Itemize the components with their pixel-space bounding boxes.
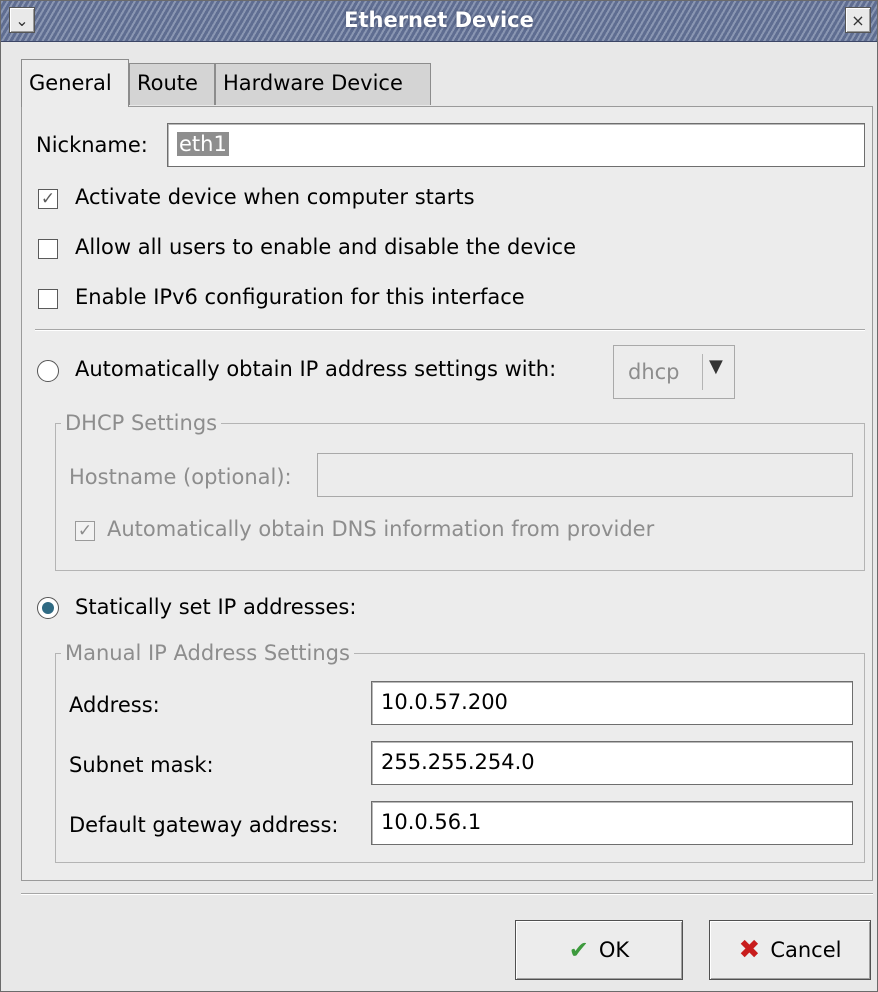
subnet-mask-value: 255.255.254.0 [381,750,535,774]
protocol-value: dhcp [628,360,680,384]
subnet-mask-label: Subnet mask: [69,753,214,777]
enable-ipv6-checkbox[interactable] [38,289,58,309]
gateway-value: 10.0.56.1 [381,810,482,834]
subnet-mask-input[interactable]: 255.255.254.0 [371,741,853,785]
ok-label: OK [598,938,630,962]
address-input[interactable]: 10.0.57.200 [371,681,853,725]
dropdown-arrow-icon: ▼ [709,356,723,377]
radio-selected-dot [42,602,54,614]
tab-hardware-device-label: Hardware Device [223,71,403,95]
enable-ipv6-label: Enable IPv6 configuration for this inter… [75,285,525,309]
nickname-input[interactable]: eth1 [167,123,865,167]
address-value: 10.0.57.200 [381,690,508,714]
gateway-input[interactable]: 10.0.56.1 [371,801,853,845]
cancel-x-icon: ✖ [738,935,761,965]
address-label: Address: [69,693,160,717]
tab-route-label: Route [137,71,198,95]
auto-ip-label: Automatically obtain IP address settings… [75,357,557,381]
tab-hardware-device[interactable]: Hardware Device [215,63,431,105]
tab-general[interactable]: General [21,59,129,107]
close-button[interactable]: × [845,7,871,33]
protocol-dropdown[interactable]: dhcp ▼ [613,345,735,399]
nickname-label: Nickname: [36,133,148,157]
checkmark-icon: ✔ [568,936,589,964]
allow-users-checkbox[interactable] [38,239,58,259]
ok-button[interactable]: ✔ OK [515,920,683,980]
tab-general-label: General [29,71,112,95]
dhcp-settings-title: DHCP Settings [61,411,222,435]
dhcp-settings-frame [55,423,865,571]
tab-route[interactable]: Route [129,63,215,105]
hostname-label: Hostname (optional): [69,465,292,489]
activate-on-start-label: Activate device when computer starts [75,185,475,209]
allow-users-label: Allow all users to enable and disable th… [75,235,577,259]
nickname-value: eth1 [177,132,229,156]
static-ip-label: Statically set IP addresses: [75,595,357,619]
static-ip-radio[interactable] [37,597,59,619]
cancel-label: Cancel [770,938,842,962]
title-bar[interactable]: ⌄ Ethernet Device × [1,1,877,42]
auto-dns-checkbox[interactable]: ✓ [75,521,95,541]
auto-ip-radio[interactable] [37,360,59,382]
manual-ip-title: Manual IP Address Settings [61,641,354,665]
separator [35,329,865,331]
auto-dns-label: Automatically obtain DNS information fro… [107,517,655,541]
gateway-label: Default gateway address: [69,813,339,837]
button-separator [21,893,873,895]
ethernet-device-dialog: ⌄ Ethernet Device × General Route Hardwa… [0,0,878,992]
activate-on-start-checkbox[interactable]: ✓ [38,189,58,209]
cancel-button[interactable]: ✖ Cancel [709,920,871,980]
window-title: Ethernet Device [344,8,534,32]
hostname-input[interactable] [317,453,853,497]
close-icon: × [851,10,865,30]
